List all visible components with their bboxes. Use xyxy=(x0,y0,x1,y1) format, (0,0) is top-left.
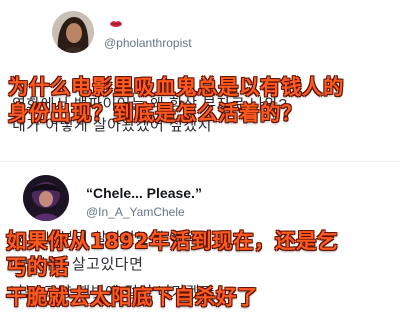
tweet-card-2: “Chele... Please.” @In_A_YamChele 1892년부… xyxy=(0,164,400,328)
avatar[interactable] xyxy=(52,11,94,53)
lips-icon xyxy=(110,21,122,27)
caption-top-line-2: 身份出现？到底是怎么活着的？ xyxy=(8,101,302,125)
tweet-card-1: @pholanthropist 영화에서 뱀파이어는 왜 항상 부자로 나와? … xyxy=(0,0,400,160)
tweet-divider xyxy=(0,161,400,162)
user-avatar-image xyxy=(23,175,69,221)
display-name xyxy=(110,15,122,31)
caption-bottom-line-2: 丐的话 xyxy=(6,255,69,279)
avatar[interactable] xyxy=(23,175,69,221)
user-handle[interactable]: @pholanthropist xyxy=(104,36,192,50)
user-avatar-image xyxy=(52,11,94,53)
caption-bottom-line-1: 如果你从1892年活到现在，还是乞 xyxy=(6,229,339,253)
caption-bottom-line-3: 干脆就去太阳底下自杀好了 xyxy=(6,285,258,309)
caption-top-line-1: 为什么电影里吸血鬼总是以有钱人的 xyxy=(8,75,344,99)
user-handle[interactable]: @In_A_YamChele xyxy=(86,205,185,219)
display-name: “Chele... Please.” xyxy=(86,185,202,201)
